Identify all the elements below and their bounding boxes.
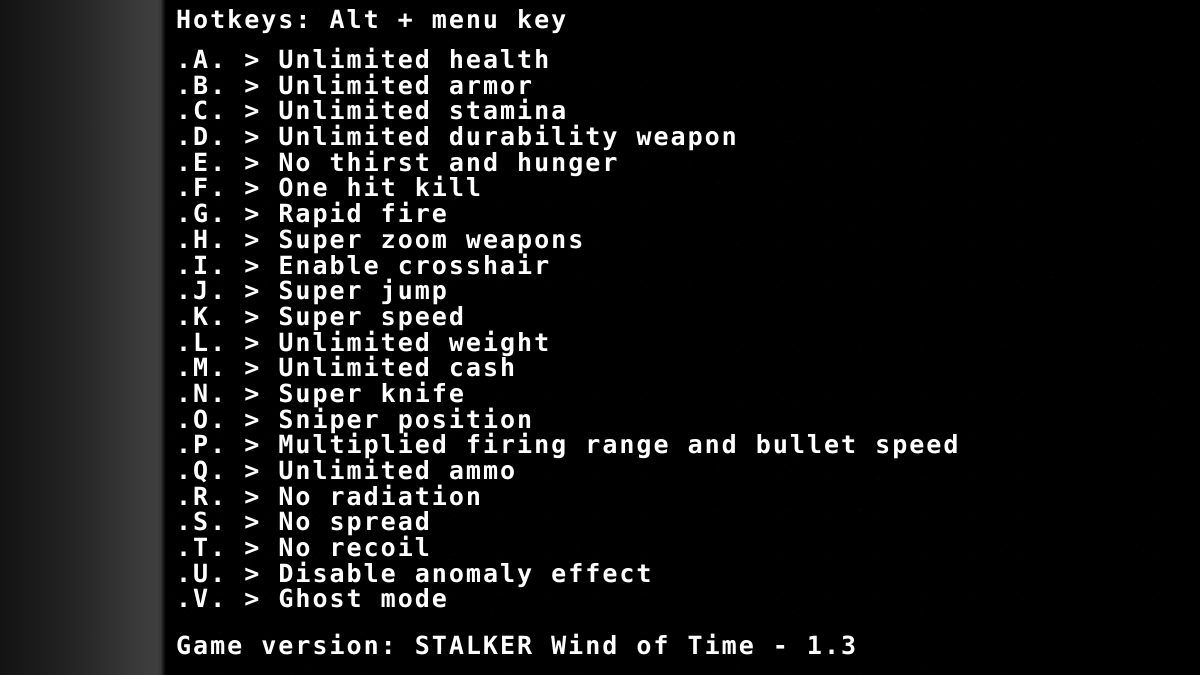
hotkey-description: Super knife [278,378,466,408]
hotkey-description: Unlimited ammo [278,456,518,485]
hotkey-row[interactable]: .V. > Ghost mode [176,586,960,612]
hotkey-row[interactable]: .R. > No radiation [176,481,960,511]
hotkey-row[interactable]: .E. > No thirst and hunger [176,147,960,177]
game-version-label: Game version: STALKER Wind of Time - 1.3 [176,631,859,660]
chevron-right-icon: > [244,558,262,588]
hotkey-key-label: .R. [176,481,228,511]
hotkey-description: Disable anomaly effect [278,558,654,588]
hotkey-row[interactable]: .Q. > Unlimited ammo [176,458,960,484]
hotkey-row[interactable]: .B. > Unlimited armor [176,70,960,100]
hotkey-row[interactable]: .T. > No recoil [176,535,960,561]
hotkey-key-label: .D. [176,122,228,152]
chevron-right-icon: > [244,456,262,485]
hotkey-row[interactable]: .F. > One hit kill [176,175,960,201]
hotkey-row[interactable]: .S. > No spread [176,509,960,535]
hotkey-description: One hit kill [278,173,483,203]
hotkey-row[interactable]: .J. > Super jump [176,278,960,304]
chevron-right-icon: > [244,147,262,177]
hotkey-description: Sniper position [278,404,535,434]
chevron-right-icon: > [244,430,262,460]
hotkey-description: No recoil [278,533,432,563]
chevron-right-icon: > [244,404,262,434]
hotkey-row[interactable]: .O. > Sniper position [176,404,960,434]
hotkey-row[interactable]: .C. > Unlimited stamina [176,98,960,124]
hotkey-description: Unlimited weight [278,327,552,357]
hotkey-row[interactable]: .K. > Super speed [176,304,960,330]
hotkey-key-label: .U. [176,558,228,588]
hotkey-row[interactable]: .L. > Unlimited weight [176,327,960,357]
chevron-right-icon: > [244,45,262,74]
chevron-right-icon: > [244,173,262,203]
chevron-right-icon: > [244,327,262,357]
hotkey-row[interactable]: .I. > Enable crosshair [176,250,960,280]
hotkey-description: Unlimited cash [278,353,518,383]
chevron-right-icon: > [244,276,262,306]
chevron-right-icon: > [244,507,262,537]
hotkey-key-label: .C. [176,96,228,126]
hotkey-description: Super speed [278,301,466,331]
hotkey-description: Unlimited durability weapon [278,122,739,152]
left-pillarbox-gradient [0,0,166,675]
hotkey-description: Rapid fire [278,199,449,229]
hotkey-description: Super jump [278,276,449,306]
hotkey-key-label: .P. [176,430,228,460]
chevron-right-icon: > [244,199,262,229]
hotkey-key-label: .A. [176,45,228,74]
hotkey-key-label: .I. [176,250,228,280]
hotkey-description: Super zoom weapons [278,224,586,254]
hotkey-key-label: .L. [176,327,228,357]
hotkey-key-label: .O. [176,404,228,434]
hotkey-description: Multiplied firing range and bullet speed [278,430,961,460]
chevron-right-icon: > [244,96,262,126]
hotkey-key-label: .V. [176,584,228,614]
hotkey-list: .A. > Unlimited health .B. > Unlimited ar… [176,47,960,612]
hotkey-description: No spread [278,507,432,537]
chevron-right-icon: > [244,584,262,614]
hotkey-description: Ghost mode [278,584,449,614]
hotkey-description: No thirst and hunger [278,147,620,177]
chevron-right-icon: > [244,353,262,383]
hotkey-row[interactable]: .M. > Unlimited cash [176,355,960,381]
trainer-overlay-screen: Hotkeys: Alt + menu key .A. > Unlimited … [0,0,1200,675]
hotkey-key-label: .S. [176,507,228,537]
hotkey-description: No radiation [278,481,483,511]
chevron-right-icon: > [244,70,262,100]
hotkey-description: Unlimited health [278,45,552,74]
hotkey-row[interactable]: .D. > Unlimited durability weapon [176,124,960,150]
hotkey-row[interactable]: .U. > Disable anomaly effect [176,558,960,588]
hotkey-key-label: .K. [176,301,228,331]
hotkey-key-label: .E. [176,147,228,177]
hotkey-key-label: .G. [176,199,228,229]
chevron-right-icon: > [244,224,262,254]
chevron-right-icon: > [244,533,262,563]
hotkey-row[interactable]: .N. > Super knife [176,381,960,407]
chevron-right-icon: > [244,122,262,152]
hotkey-row[interactable]: .P. > Multiplied firing range and bullet… [176,432,960,458]
hotkey-key-label: .T. [176,533,228,563]
hotkey-description: Unlimited armor [278,70,535,100]
hotkey-row[interactable]: .A. > Unlimited health [176,47,960,73]
chevron-right-icon: > [244,378,262,408]
hotkey-row[interactable]: .H. > Super zoom weapons [176,224,960,254]
hotkey-key-label: .Q. [176,456,228,485]
hotkey-key-label: .J. [176,276,228,306]
hotkey-key-label: .F. [176,173,228,203]
hotkey-key-label: .M. [176,353,228,383]
hotkey-description: Enable crosshair [278,250,552,280]
hotkey-key-label: .N. [176,378,228,408]
hotkey-key-label: .B. [176,70,228,100]
hotkey-description: Unlimited stamina [278,96,569,126]
hotkey-row[interactable]: .G. > Rapid fire [176,201,960,227]
chevron-right-icon: > [244,250,262,280]
hotkey-key-label: .H. [176,224,228,254]
overlay-title: Hotkeys: Alt + menu key [176,5,569,34]
chevron-right-icon: > [244,481,262,511]
overlay-text-block: Hotkeys: Alt + menu key .A. > Unlimited … [176,0,1186,660]
chevron-right-icon: > [244,301,262,331]
